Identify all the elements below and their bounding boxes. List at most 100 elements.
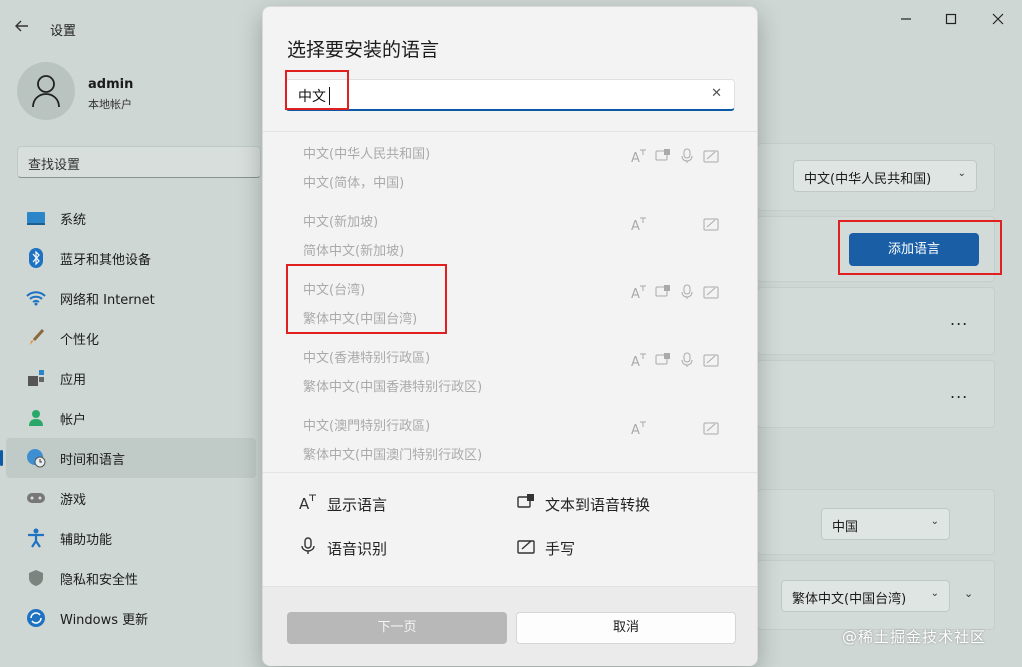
sidebar-item-label: 隐私和安全性	[60, 572, 139, 588]
tts-icon	[655, 148, 671, 164]
shield-icon	[26, 568, 46, 588]
legend-handwriting: 手写	[517, 537, 575, 559]
sidebar-item-network[interactable]: 网络和 Internet	[0, 278, 262, 318]
microphone-icon	[679, 148, 695, 164]
close-icon[interactable]	[980, 10, 1016, 32]
sidebar-item-label: 系统	[60, 212, 87, 228]
svg-text:A: A	[631, 423, 640, 436]
handwriting-icon	[517, 537, 535, 559]
chevron-down-icon: ⌄	[930, 516, 939, 527]
profile-name: admin	[88, 77, 134, 92]
handwriting-icon	[703, 352, 719, 368]
language-name: 中文(澳門特別行政區)	[303, 419, 431, 434]
sidebar-item-label: 应用	[60, 372, 87, 388]
sidebar-item-label: 个性化	[60, 332, 100, 348]
cancel-button[interactable]: 取消	[516, 612, 736, 644]
regional-format-value: 繁体中文(中国台湾)	[792, 592, 907, 607]
brush-icon	[26, 328, 46, 348]
region-dropdown[interactable]: 中国 ⌄	[821, 508, 950, 540]
dialog-footer: 下一页 取消	[263, 586, 757, 666]
svg-text:A: A	[631, 219, 640, 232]
display-language-icon: A	[631, 284, 647, 302]
sidebar-item-privacy[interactable]: 隐私和安全性	[0, 558, 262, 598]
svg-text:A: A	[299, 495, 310, 511]
display-language-icon: A	[631, 352, 647, 370]
language-list: 中文(中华人民共和国) 中文(简体，中国) A 中文(新加坡) 简体中文(新加坡…	[263, 131, 757, 473]
sidebar-item-accounts[interactable]: 帐户	[0, 398, 262, 438]
sidebar-item-gaming[interactable]: 游戏	[0, 478, 262, 518]
chevron-down-icon: ⌄	[957, 168, 966, 179]
sidebar-item-label: 时间和语言	[60, 452, 126, 468]
language-name: 中文(香港特别行政區)	[303, 351, 431, 366]
chevron-down-icon: ⌄	[930, 588, 939, 599]
language-search-input[interactable]: 中文 ✕	[285, 79, 735, 111]
account-icon	[26, 408, 46, 428]
apps-icon	[26, 368, 46, 388]
highlight-box	[838, 220, 1002, 275]
bluetooth-icon	[26, 248, 46, 268]
sidebar-item-apps[interactable]: 应用	[0, 358, 262, 398]
sidebar-nav: 系统 蓝牙和其他设备 网络和 Internet 个性化 应用 帐户 时间和语言	[0, 198, 262, 638]
more-options-icon[interactable]: ...	[950, 383, 968, 402]
back-arrow-icon[interactable]	[14, 18, 34, 38]
dialog-title: 选择要安装的语言	[287, 39, 440, 61]
legend-label: 文本到语音转换	[545, 495, 651, 514]
search-placeholder: 查找设置	[28, 158, 81, 173]
language-name: 中文(新加坡)	[303, 215, 379, 230]
sidebar-item-label: 网络和 Internet	[60, 292, 155, 308]
language-list-item[interactable]: 中文(中华人民共和国) 中文(简体，中国) A	[263, 132, 757, 200]
highlight-box	[286, 264, 447, 334]
legend-label: 语音识别	[327, 539, 388, 558]
display-language-value: 中文(中华人民共和国)	[804, 172, 932, 187]
tts-icon	[517, 493, 535, 515]
regional-format-dropdown[interactable]: 繁体中文(中国台湾) ⌄	[781, 580, 950, 612]
globe-clock-icon	[26, 448, 46, 468]
settings-search-input[interactable]: 查找设置	[17, 146, 261, 178]
handwriting-icon	[703, 284, 719, 300]
tts-icon	[655, 352, 671, 368]
window-title: 设置	[50, 24, 77, 39]
minimize-icon[interactable]	[888, 10, 924, 32]
highlight-box	[285, 70, 349, 110]
sidebar-item-label: Windows 更新	[60, 612, 149, 628]
feature-legend: A 显示语言 文本到语音转换 语音识别 手写	[263, 473, 757, 585]
display-language-icon: A	[631, 148, 647, 166]
svg-text:A: A	[631, 287, 640, 300]
legend-tts: 文本到语音转换	[517, 493, 650, 515]
legend-speech: 语音识别	[299, 537, 387, 559]
sidebar-item-accessibility[interactable]: 辅助功能	[0, 518, 262, 558]
avatar	[17, 62, 75, 120]
handwriting-icon	[703, 148, 719, 164]
wifi-icon	[26, 288, 46, 308]
language-list-item[interactable]: 中文(香港特别行政區) 繁体中文(中国香港特别行政区) A	[263, 336, 757, 404]
next-button[interactable]: 下一页	[287, 612, 507, 644]
display-language-icon: A	[631, 216, 647, 234]
sidebar-item-bluetooth[interactable]: 蓝牙和其他设备	[0, 238, 262, 278]
display-language-icon: A	[631, 420, 647, 438]
microphone-icon	[679, 352, 695, 368]
sidebar-item-time-language[interactable]: 时间和语言	[0, 438, 256, 478]
sidebar-item-personalization[interactable]: 个性化	[0, 318, 262, 358]
gamepad-icon	[26, 488, 46, 508]
display-language-dropdown[interactable]: 中文(中华人民共和国) ⌄	[793, 160, 977, 192]
sidebar-item-windows-update[interactable]: Windows 更新	[0, 598, 262, 638]
accessibility-icon	[26, 528, 46, 548]
maximize-icon[interactable]	[933, 10, 969, 32]
legend-label: 手写	[545, 539, 576, 558]
clear-x-icon[interactable]: ✕	[711, 86, 722, 101]
language-list-item[interactable]: 中文(新加坡) 简体中文(新加坡) A	[263, 200, 757, 268]
handwriting-icon	[703, 420, 719, 436]
sidebar-item-system[interactable]: 系统	[0, 198, 262, 238]
language-list-item[interactable]: 中文(澳門特別行政區) 繁体中文(中国澳门特别行政区) A	[263, 404, 757, 472]
choose-language-dialog: 选择要安装的语言 中文 ✕ 中文(中华人民共和国) 中文(简体，中国) A 中文…	[262, 6, 758, 666]
svg-text:A: A	[631, 151, 640, 164]
more-options-icon[interactable]: ...	[950, 310, 968, 329]
update-icon	[26, 608, 46, 628]
sidebar-item-label: 帐户	[60, 412, 87, 428]
sidebar-item-label: 蓝牙和其他设备	[60, 252, 152, 268]
language-subname: 中文(简体，中国)	[303, 176, 405, 191]
tts-icon	[655, 284, 671, 300]
svg-text:A: A	[631, 355, 640, 368]
expand-chevron-icon[interactable]: ⌄	[964, 587, 973, 600]
language-subname: 繁体中文(中国香港特别行政区)	[303, 380, 483, 395]
